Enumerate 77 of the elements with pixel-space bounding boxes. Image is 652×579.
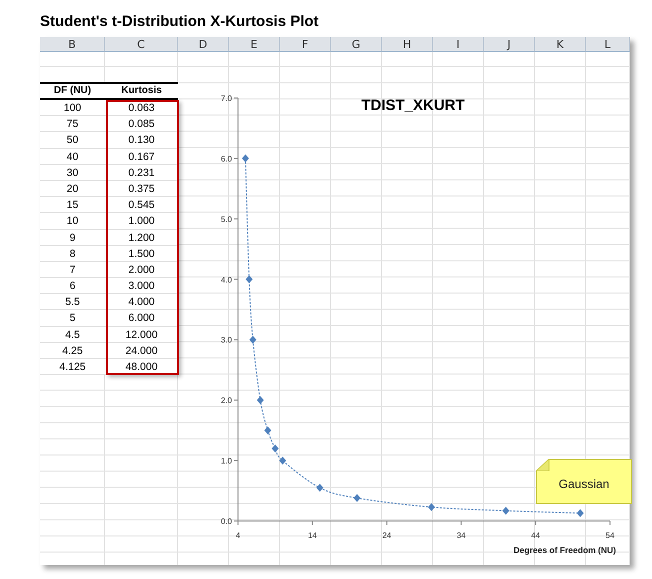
table-cell-text: 20: [66, 182, 80, 196]
table-cell-text: 1.500: [127, 246, 156, 261]
table-cell-text: 0.545: [127, 198, 156, 212]
table-cell-text: 0.231: [127, 166, 156, 180]
note-text: Gaussian: [558, 476, 610, 492]
data-point: [316, 484, 324, 492]
table-header: Kurtosis: [120, 84, 163, 98]
table-cell-text: 1.200: [127, 230, 156, 245]
table-cell-text: 9: [68, 230, 76, 245]
column-header[interactable]: H: [382, 37, 433, 51]
data-point: [502, 506, 510, 515]
table-cell-text: 4.000: [127, 295, 156, 310]
table-cell-text: 4.25: [61, 344, 84, 358]
table-cell-text: 4.5: [64, 328, 81, 342]
table-cell-text: 30: [66, 166, 80, 180]
table-header: DF (NU): [52, 84, 92, 98]
x-tick-label: 34: [456, 531, 466, 540]
table-cell-text: 1.000: [127, 214, 156, 228]
column-header[interactable]: B: [40, 37, 105, 51]
table-cell-text: 0.130: [127, 133, 156, 148]
table-cell-text: 5: [68, 311, 76, 326]
table-cell-text: 0.085: [127, 117, 156, 132]
table-cell-text: 6.000: [127, 311, 156, 326]
table-cell-text: 40: [66, 150, 80, 164]
y-tick-label: 6.0: [220, 154, 232, 164]
y-tick-label: 1.0: [220, 456, 232, 466]
sheet-title: Student's t-Distribution X-Kurtosis Plot: [40, 14, 319, 29]
table-cell-text: 10: [66, 214, 80, 228]
column-header[interactable]: J: [484, 37, 535, 51]
x-axis-title: Degrees of Freedom (NU): [514, 545, 616, 555]
table-cell-text: 0.167: [127, 150, 156, 164]
column-header[interactable]: L: [586, 37, 630, 51]
column-header[interactable]: G: [331, 37, 382, 51]
table-cell-text: 0.063: [127, 101, 156, 116]
table-cell-text: 4.125: [58, 360, 87, 374]
column-header[interactable]: C: [105, 37, 178, 51]
data-point: [249, 336, 256, 344]
y-tick-label: 2.0: [220, 396, 232, 406]
data-point: [576, 509, 584, 518]
column-header[interactable]: D: [178, 37, 229, 51]
data-point: [279, 456, 286, 465]
table-cell-text: 5.5: [64, 295, 81, 310]
table-cell-text: 6: [68, 279, 76, 294]
data-point: [242, 154, 249, 162]
x-tick-label: 24: [382, 531, 392, 540]
x-tick-label: 4: [236, 531, 240, 540]
column-header[interactable]: F: [280, 37, 331, 51]
column-header[interactable]: I: [433, 37, 484, 51]
data-point: [354, 494, 361, 502]
table-cell-text: 2.000: [127, 262, 156, 278]
table-cell-text: 24.000: [124, 344, 159, 358]
table-cell-text: 8: [68, 246, 76, 261]
column-header[interactable]: K: [535, 37, 586, 51]
table-cell-text: 48.000: [124, 360, 159, 374]
table-cell-text: 3.000: [127, 279, 156, 294]
column-header[interactable]: E: [229, 37, 280, 51]
y-tick-label: 7.0: [220, 94, 232, 103]
chart-title: TDIST_XKURT: [361, 97, 465, 114]
table-cell-text: 7: [68, 262, 76, 278]
x-tick-label: 14: [308, 531, 317, 540]
table-cell-text: 100: [62, 101, 82, 116]
data-point: [264, 426, 272, 434]
table-cell-text: 12.000: [124, 328, 159, 342]
data-point: [272, 444, 279, 452]
table-cell-text: 15: [66, 198, 80, 212]
data-point: [246, 275, 253, 284]
table-cell-text: 50: [66, 133, 80, 148]
y-tick-label: 0.0: [220, 517, 232, 526]
table-cell-text: 0.375: [127, 182, 156, 196]
data-point: [428, 503, 435, 512]
table-cell-text: 75: [66, 117, 80, 132]
y-tick-label: 5.0: [220, 214, 232, 224]
y-tick-label: 3.0: [220, 336, 232, 345]
data-point: [256, 396, 264, 404]
y-tick-label: 4.0: [220, 275, 232, 284]
x-tick-label: 44: [531, 531, 540, 540]
x-tick-label: 54: [606, 531, 614, 540]
